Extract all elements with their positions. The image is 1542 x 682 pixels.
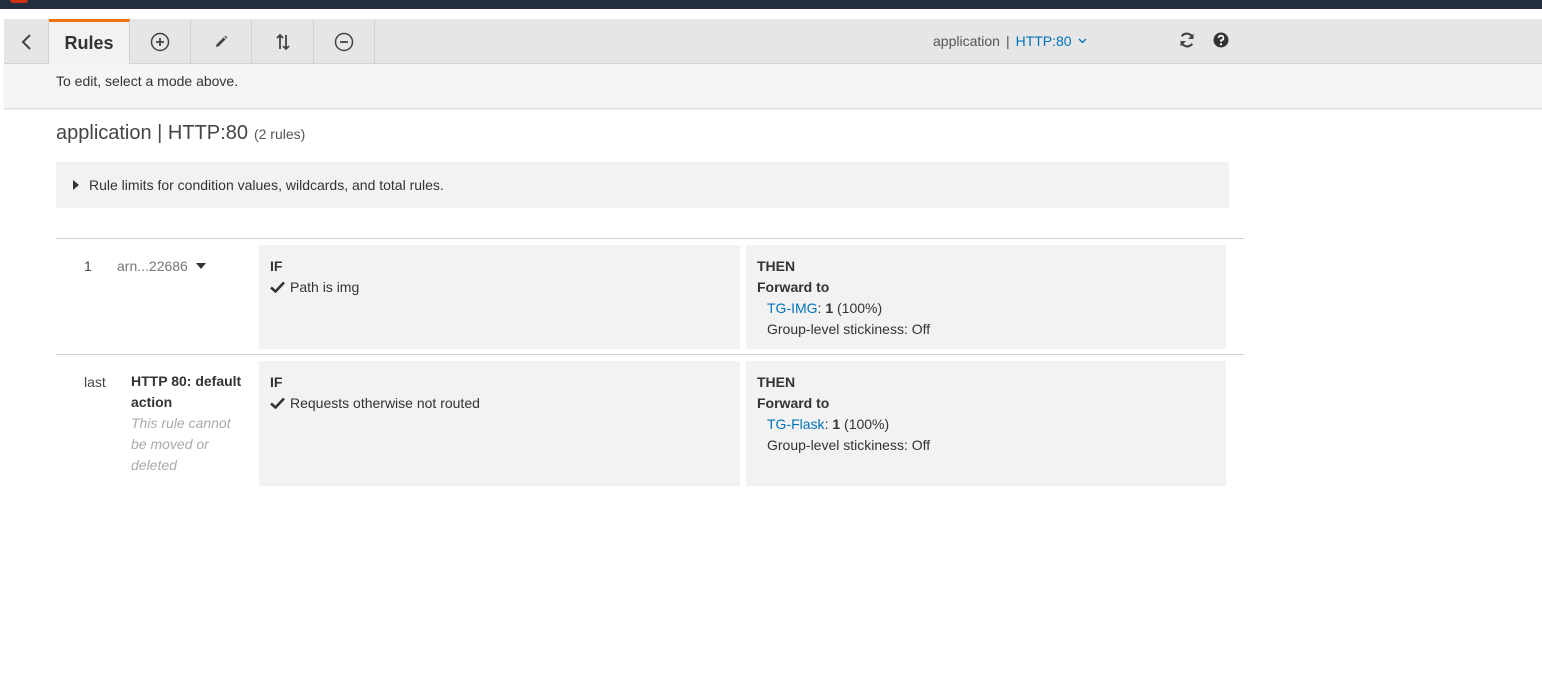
target-weight: 1 [825, 300, 834, 316]
rule-condition-panel: IF Path is img [259, 245, 740, 349]
action-label: Forward to [757, 395, 830, 411]
rule-divider [56, 354, 1244, 355]
pencil-icon [216, 35, 228, 47]
target-group-line: TG-Flask: 1 (100%) [767, 416, 889, 432]
check-icon [270, 281, 285, 293]
stickiness-text: Group-level stickiness: Off [767, 321, 931, 337]
condition-text: Path is img [290, 279, 360, 295]
condition-line: Requests otherwise not routed [270, 395, 480, 411]
rule-limits-text: Rule limits for condition values, wildca… [89, 177, 444, 193]
tab-rules[interactable]: Rules [49, 19, 130, 64]
rule-count: (2 rules) [253, 126, 306, 142]
target-percent: (100%) [837, 300, 883, 316]
chevron-down-icon [1078, 38, 1087, 44]
rule-action-panel: THEN Forward to TG-IMG: 1 (100%) Group-l… [746, 245, 1226, 349]
listener-title: application | HTTP:80 [56, 122, 248, 144]
question-circle-icon[interactable] [1211, 30, 1231, 50]
default-rule-title: HTTP 80: default action [131, 373, 242, 410]
rule-number: 1 [84, 258, 92, 274]
listener-separator: | [1005, 33, 1010, 49]
add-rule-button[interactable] [130, 19, 191, 64]
rule-condition-panel: IF Requests otherwise not routed [259, 361, 740, 486]
console-header [0, 0, 1542, 9]
reorder-arrows-icon [275, 33, 290, 50]
listener-value: HTTP:80 [1015, 33, 1072, 49]
chevron-left-icon [21, 33, 31, 50]
check-icon [270, 397, 285, 409]
target-group-link[interactable]: TG-IMG [767, 300, 818, 316]
reorder-rules-button[interactable] [252, 19, 314, 64]
target-percent: (100%) [844, 416, 890, 432]
page-title: application | HTTP:80 (2 rules) [56, 122, 305, 145]
mode-info-text: To edit, select a mode above. [56, 73, 239, 89]
then-label: THEN [757, 258, 796, 274]
listener-selector[interactable]: application | HTTP:80 [933, 33, 1087, 49]
rule-action-panel: THEN Forward to TG-Flask: 1 (100%) Group… [746, 361, 1226, 486]
refresh-icon[interactable] [1177, 30, 1197, 50]
rule-divider [56, 238, 1244, 239]
listener-prefix: application [933, 33, 1000, 49]
target-weight: 1 [832, 416, 841, 432]
default-rule-note: This rule cannot be moved or deleted [131, 415, 231, 473]
plus-circle-icon [150, 32, 170, 51]
if-label: IF [270, 258, 283, 274]
rule-limits-expander[interactable]: Rule limits for condition values, wildca… [56, 162, 1229, 208]
back-button[interactable] [4, 19, 49, 64]
target-group-link[interactable]: TG-Flask [767, 416, 825, 432]
delete-rules-button[interactable] [314, 19, 375, 64]
rules-toolbar: Rules application | HTTP:80 [4, 19, 1542, 64]
minus-circle-icon [334, 32, 354, 51]
if-label: IF [270, 374, 283, 390]
mode-info-bar: To edit, select a mode above. [4, 64, 1542, 109]
caret-down-icon [195, 263, 206, 269]
aws-logo-icon[interactable] [10, 0, 28, 3]
rule-arn-dropdown[interactable]: arn...22686 [117, 258, 206, 274]
target-group-line: TG-IMG: 1 (100%) [767, 300, 882, 316]
caret-right-icon [73, 180, 79, 190]
action-label: Forward to [757, 279, 830, 295]
then-label: THEN [757, 374, 796, 390]
rule-arn: arn...22686 [117, 258, 188, 274]
edit-rules-button[interactable] [191, 19, 252, 64]
rule-number: last [84, 374, 106, 390]
stickiness-text: Group-level stickiness: Off [767, 437, 931, 453]
condition-text: Requests otherwise not routed [290, 395, 480, 411]
condition-line: Path is img [270, 279, 359, 295]
